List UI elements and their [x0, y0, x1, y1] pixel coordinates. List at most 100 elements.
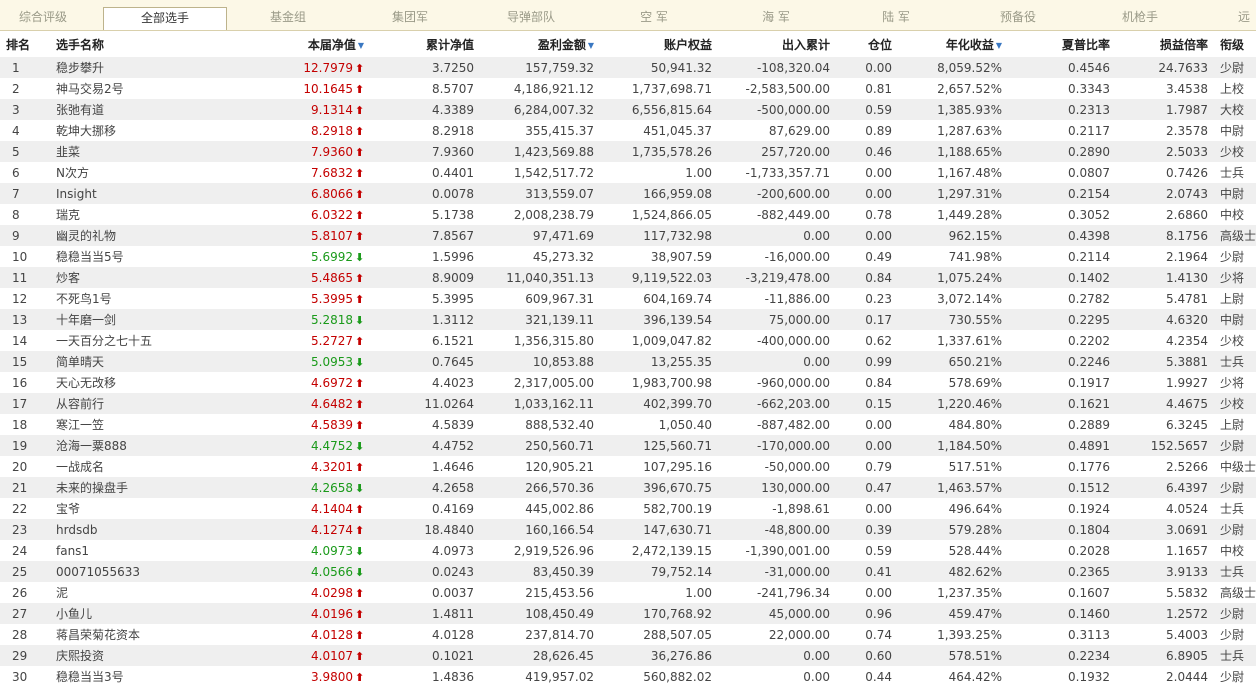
table-row[interactable]: 23 hrdsdb 4.1274 ⬆ 18.4840 160,166.54 147… [0, 519, 1256, 540]
cell-rank: 4 [12, 123, 20, 138]
header-player-name[interactable]: 选手名称 [50, 31, 250, 57]
tab-overall-rating[interactable]: 综合评级 [0, 8, 86, 30]
cell-player-name[interactable]: 从容前行 [50, 393, 250, 414]
arrow-up-icon: ⬆ [355, 229, 365, 243]
sort-down-icon[interactable]: ▼ [996, 41, 1002, 50]
cell-player-name[interactable]: Insight [50, 183, 250, 204]
table-row[interactable]: 8 瑞克 6.0322 ⬆ 5.1738 2,008,238.79 1,524,8… [0, 204, 1256, 225]
table-row[interactable]: 29 庆熙投资 4.0107 ⬆ 0.1021 28,626.45 36,276.… [0, 645, 1256, 666]
table-row[interactable]: 15 简单晴天 5.0953 ⬇ 0.7645 10,853.88 13,255.… [0, 351, 1256, 372]
cell-player-name[interactable]: fans1 [50, 540, 250, 561]
table-row[interactable]: 28 蒋昌荣菊花资本 4.0128 ⬆ 4.0128 237,814.70 288… [0, 624, 1256, 645]
table-row[interactable]: 17 从容前行 4.6482 ⬆ 11.0264 1,033,162.11 402… [0, 393, 1256, 414]
cell-player-name[interactable]: 张弛有道 [50, 99, 250, 120]
header-sharpe[interactable]: 夏普比率 [1008, 31, 1116, 57]
tab-all-players[interactable]: 全部选手 [103, 7, 227, 30]
header-cash-flow[interactable]: 出入累计 [718, 31, 836, 57]
table-row[interactable]: 3 张弛有道 9.1314 ⬆ 4.3389 6,284,007.32 6,556… [0, 99, 1256, 120]
table-row[interactable]: 20 一战成名 4.3201 ⬆ 1.4646 120,905.21 107,29… [0, 456, 1256, 477]
cell-player-name[interactable]: 天心无改移 [50, 372, 250, 393]
table-row[interactable]: 11 炒客 5.4865 ⬆ 8.9009 11,040,351.13 9,119… [0, 267, 1256, 288]
cell-player-name[interactable]: 韭菜 [50, 141, 250, 162]
tab-missile-force[interactable]: 导弹部队 [490, 8, 572, 30]
table-row[interactable]: 21 未来的操盘手 4.2658 ⬇ 4.2658 266,570.36 396,… [0, 477, 1256, 498]
sort-down-icon[interactable]: ▼ [358, 41, 364, 50]
arrow-up-icon: ⬆ [355, 334, 365, 348]
tab-group-army[interactable]: 集团军 [370, 8, 450, 30]
header-profit[interactable]: 盈利金额 ▼ [480, 31, 600, 57]
cell-player-name[interactable]: 十年磨一剑 [50, 309, 250, 330]
cell-rank: 10 [12, 249, 28, 264]
table-row[interactable]: 25 00071055633 4.0566 ⬇ 0.0243 83,450.39 … [0, 561, 1256, 582]
table-row[interactable]: 9 幽灵的礼物 5.8107 ⬆ 7.8567 97,471.69 117,732… [0, 225, 1256, 246]
cell-player-name[interactable]: 乾坤大挪移 [50, 120, 250, 141]
cell-player-name[interactable]: 寒江一笠 [50, 414, 250, 435]
arrow-up-icon: ⬆ [355, 82, 365, 96]
cell-current-nav-value: 9.1314 [311, 102, 353, 117]
table-row[interactable]: 1 稳步攀升 12.7979 ⬆ 3.7250 157,759.32 50,941… [0, 57, 1256, 78]
cell-player-name[interactable]: 沧海一粟888 [50, 435, 250, 456]
table-row[interactable]: 30 稳稳当当3号 3.9800 ⬆ 1.4836 419,957.02 560,… [0, 666, 1256, 687]
cell-player-name[interactable]: hrdsdb [50, 519, 250, 540]
cell-player-name[interactable]: 瑞克 [50, 204, 250, 225]
cell-player-name[interactable]: 泥 [50, 582, 250, 603]
cell-player-name[interactable]: 宝爷 [50, 498, 250, 519]
cell-player-name[interactable]: 神马交易2号 [50, 78, 250, 99]
ranking-table: 排名 选手名称 本届净值 ▼ 累计净值 盈利金额 ▼ 账户权益 出入累计 仓位 年化… [0, 31, 1256, 687]
cell-pl-ratio: 3.4538 [1166, 81, 1208, 96]
cell-player-name[interactable]: 稳步攀升 [50, 57, 250, 78]
cell-cash-flow: 0.00 [803, 669, 830, 684]
cell-player-name[interactable]: 稳稳当当3号 [50, 666, 250, 687]
cell-player-name[interactable]: 幽灵的礼物 [50, 225, 250, 246]
cell-player-name[interactable]: 小鱼儿 [50, 603, 250, 624]
cell-player-name[interactable]: 炒客 [50, 267, 250, 288]
tab-machine-gunner[interactable]: 机枪手 [1100, 8, 1180, 30]
table-row[interactable]: 27 小鱼儿 4.0196 ⬆ 1.4811 108,450.49 170,768… [0, 603, 1256, 624]
table-row[interactable]: 4 乾坤大挪移 8.2918 ⬆ 8.2918 355,415.37 451,04… [0, 120, 1256, 141]
tab-fund-group[interactable]: 基金组 [248, 8, 328, 30]
cell-grade: 中尉 [1214, 183, 1256, 204]
table-row[interactable]: 24 fans1 4.0973 ⬇ 4.0973 2,919,526.96 2,4… [0, 540, 1256, 561]
table-row[interactable]: 2 神马交易2号 10.1645 ⬆ 8.5707 4,186,921.12 1,… [0, 78, 1256, 99]
table-row[interactable]: 6 N次方 7.6832 ⬆ 0.4401 1,542,517.72 1.00 -… [0, 162, 1256, 183]
tab-reserve[interactable]: 预备役 [978, 8, 1058, 30]
header-rank[interactable]: 排名 [0, 31, 50, 57]
table-row[interactable]: 16 天心无改移 4.6972 ⬆ 4.4023 2,317,005.00 1,9… [0, 372, 1256, 393]
tab-army[interactable]: 陆 军 [856, 8, 936, 30]
cell-rank: 23 [0, 519, 50, 540]
table-row[interactable]: 5 韭菜 7.9360 ⬆ 7.9360 1,423,569.88 1,735,5… [0, 141, 1256, 162]
table-row[interactable]: 26 泥 4.0298 ⬆ 0.0037 215,453.56 1.00 -241… [0, 582, 1256, 603]
header-grade[interactable]: 衔级 [1214, 31, 1256, 57]
header-equity[interactable]: 账户权益 [600, 31, 718, 57]
cell-player-name[interactable]: 未来的操盘手 [50, 477, 250, 498]
table-row[interactable]: 12 不死鸟1号 5.3995 ⬆ 5.3995 609,967.31 604,1… [0, 288, 1256, 309]
cell-sharpe: 0.1917 [1068, 375, 1110, 390]
cell-player-name[interactable]: 一天百分之七十五 [50, 330, 250, 351]
table-row[interactable]: 7 Insight 6.8066 ⬆ 0.0078 313,559.07 166,… [0, 183, 1256, 204]
cell-player-name[interactable]: 庆熙投资 [50, 645, 250, 666]
table-row[interactable]: 14 一天百分之七十五 5.2727 ⬆ 6.1521 1,356,315.80 … [0, 330, 1256, 351]
cell-player-name[interactable]: 一战成名 [50, 456, 250, 477]
cell-player-name[interactable]: 稳稳当当5号 [50, 246, 250, 267]
cell-player-name[interactable]: 不死鸟1号 [50, 288, 250, 309]
table-row[interactable]: 22 宝爷 4.1404 ⬆ 0.4169 445,002.86 582,700.… [0, 498, 1256, 519]
header-pl-ratio[interactable]: 损益倍率 [1116, 31, 1214, 57]
table-body: 1 稳步攀升 12.7979 ⬆ 3.7250 157,759.32 50,941… [0, 57, 1256, 687]
header-current-nav[interactable]: 本届净值 ▼ [250, 31, 370, 57]
cell-player-name[interactable]: 蒋昌荣菊花资本 [50, 624, 250, 645]
cell-player-name[interactable]: 00071055633 [50, 561, 250, 582]
tab-navy[interactable]: 海 军 [736, 8, 816, 30]
tab-overflow[interactable]: 远 [1238, 8, 1256, 30]
table-row[interactable]: 19 沧海一粟888 4.4752 ⬇ 4.4752 250,560.71 125… [0, 435, 1256, 456]
table-row[interactable]: 13 十年磨一剑 5.2818 ⬇ 1.3112 321,139.11 396,1… [0, 309, 1256, 330]
header-cumulative-nav[interactable]: 累计净值 [370, 31, 480, 57]
table-row[interactable]: 10 稳稳当当5号 5.6992 ⬇ 1.5996 45,273.32 38,90… [0, 246, 1256, 267]
cell-player-name[interactable]: N次方 [50, 162, 250, 183]
header-position[interactable]: 仓位 [836, 31, 898, 57]
sort-down-icon[interactable]: ▼ [588, 41, 594, 50]
header-annual-return[interactable]: 年化收益 ▼ [898, 31, 1008, 57]
cell-player-name[interactable]: 简单晴天 [50, 351, 250, 372]
cell-current-nav: 8.2918 ⬆ [250, 120, 370, 141]
tab-air-force[interactable]: 空 军 [614, 8, 694, 30]
table-row[interactable]: 18 寒江一笠 4.5839 ⬆ 4.5839 888,532.40 1,050.… [0, 414, 1256, 435]
